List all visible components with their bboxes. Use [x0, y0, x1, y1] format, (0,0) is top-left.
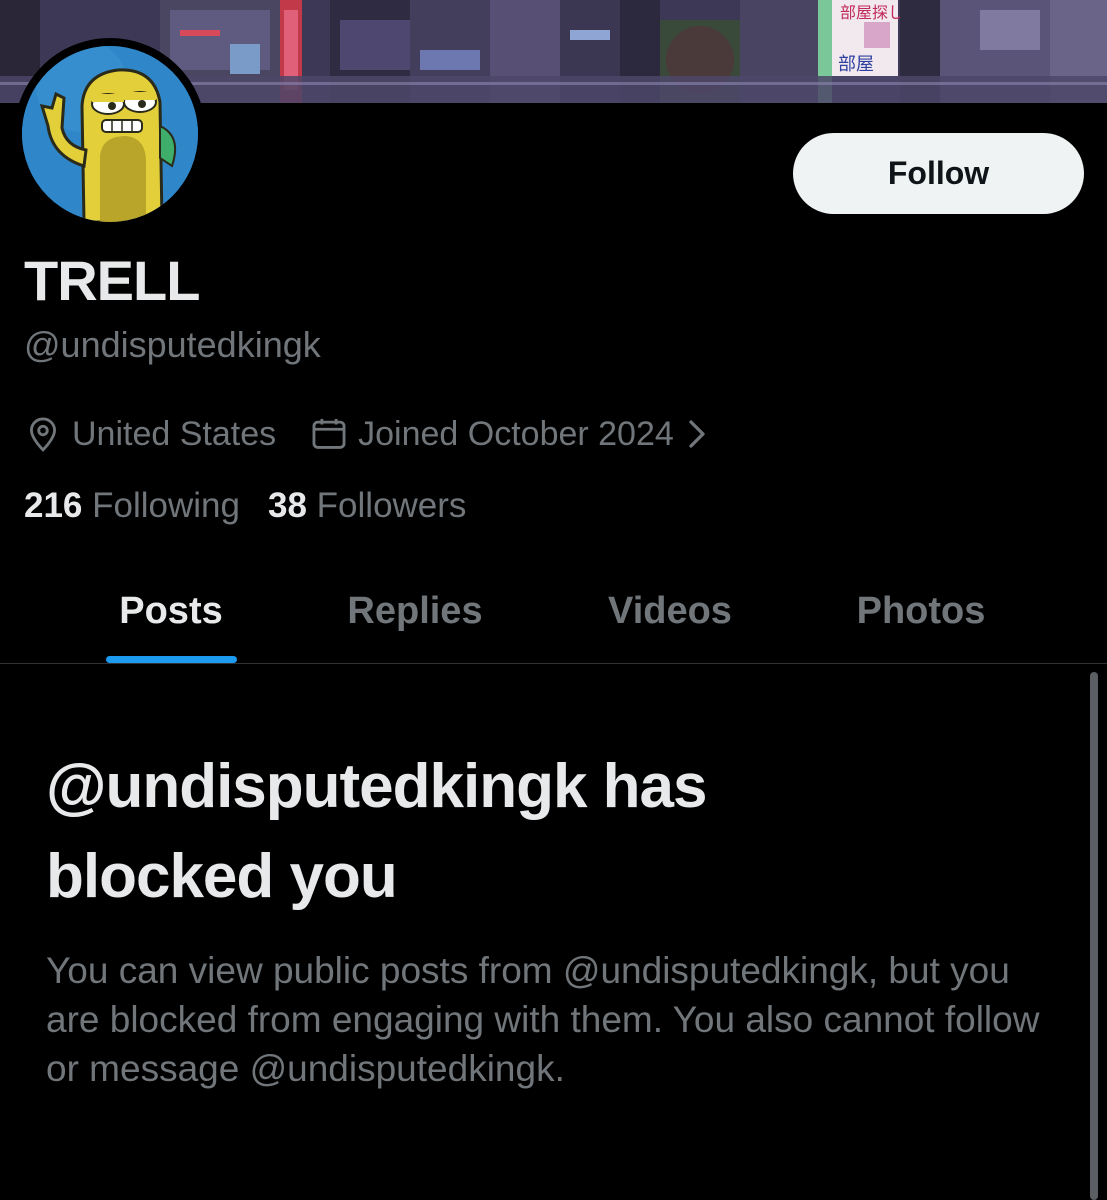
profile-handle: @undisputedkingk — [24, 324, 321, 365]
following-count: 216 — [24, 486, 83, 525]
blocked-notice-title: @undisputedkingk has blocked you — [46, 756, 1046, 936]
banner-sign-top: 部屋探し — [840, 3, 904, 22]
profile-location: United States — [24, 415, 276, 454]
follow-stats: 216 Following 38 Followers — [24, 486, 494, 526]
profile-joined-text: Joined October 2024 — [358, 414, 674, 453]
avatar-image — [22, 46, 198, 222]
scrollbar[interactable] — [1090, 672, 1098, 1200]
follow-button[interactable]: Follow — [793, 133, 1084, 214]
followers-link[interactable]: 38 Followers — [268, 486, 466, 526]
profile-location-text: United States — [72, 414, 277, 453]
following-link[interactable]: 216 Following — [24, 486, 240, 526]
tab-replies[interactable]: Replies — [290, 560, 540, 663]
banner-sign-bottom: 部屋 — [838, 54, 874, 75]
tab-posts[interactable]: Posts — [46, 560, 296, 663]
tab-photos[interactable]: Photos — [796, 560, 1046, 663]
location-pin-icon — [30, 417, 56, 452]
profile-tabs: Posts Replies Videos Photos — [0, 560, 1107, 663]
followers-count: 38 — [268, 486, 307, 525]
profile-display-name: TRELL — [24, 249, 200, 312]
cartoon-fish-avatar-icon — [22, 46, 198, 222]
blocked-notice-body: You can view public posts from @undisput… — [46, 950, 1040, 1089]
profile-meta-row: United States Joined October 2024 — [24, 410, 708, 458]
avatar[interactable] — [14, 38, 206, 230]
blocked-title-line-2: blocked you — [46, 842, 398, 911]
calendar-icon — [312, 418, 346, 449]
tab-divider — [0, 663, 1107, 664]
following-label: Following — [92, 486, 240, 525]
active-tab-indicator — [106, 656, 237, 663]
blocked-title-line-1: @undisputedkingk has — [46, 752, 708, 821]
tab-videos[interactable]: Videos — [545, 560, 795, 663]
profile-joined[interactable]: Joined October 2024 — [310, 415, 708, 454]
chevron-right-icon — [689, 420, 705, 448]
followers-label: Followers — [316, 486, 467, 525]
